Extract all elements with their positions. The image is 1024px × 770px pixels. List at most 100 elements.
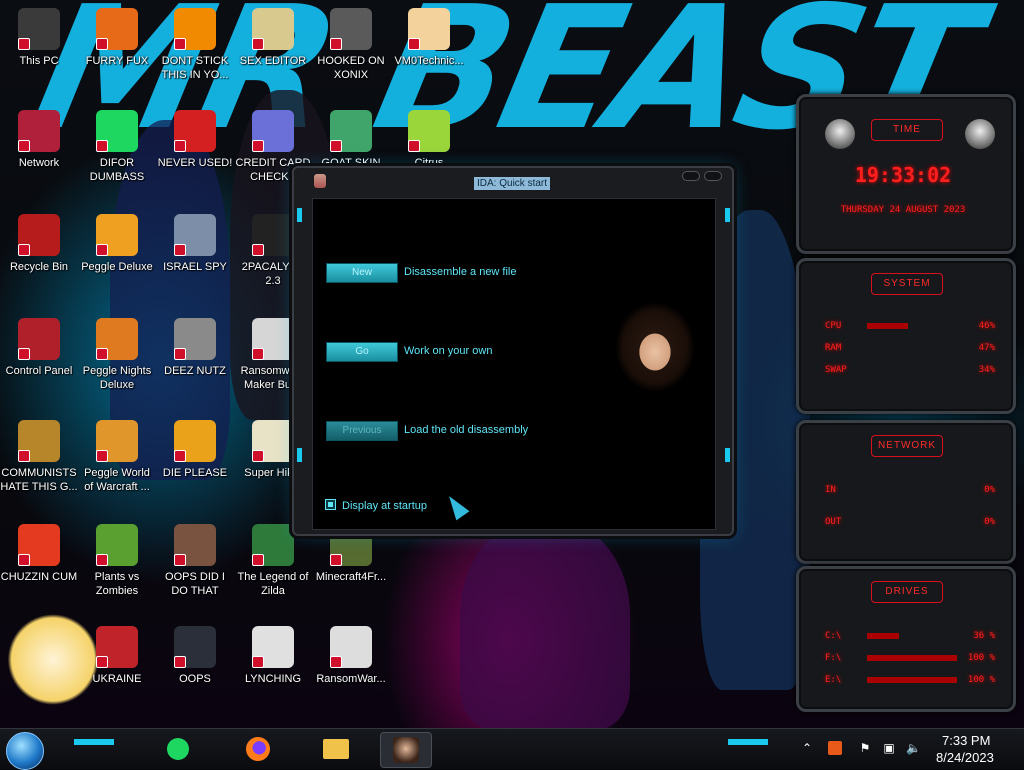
desktop-icon-firefox[interactable]: FURRY FUX xyxy=(78,8,156,68)
drive-e-label: E:\ xyxy=(825,675,842,685)
shortcut-badge-icon xyxy=(252,554,264,566)
desktop-icon-dev-cpp[interactable]: NEVER USED! xyxy=(156,110,234,170)
taskbar-ida[interactable] xyxy=(380,732,432,768)
desktop-icon-label: Control Panel xyxy=(5,365,73,377)
swap-label: SWAP xyxy=(825,365,847,375)
ransomware-maker-icon xyxy=(252,318,294,360)
flag-icon[interactable]: ⚑ xyxy=(858,741,872,755)
volume-icon[interactable]: 🔈 xyxy=(906,741,921,755)
chevron-up-icon[interactable]: ⌃ xyxy=(800,741,814,755)
previous-description: Load the old disassembly xyxy=(404,424,529,436)
desktop-icon-vlc[interactable]: DONT STICK THIS IN YO... xyxy=(156,8,234,82)
taskbar-spotify[interactable] xyxy=(158,732,198,766)
this-pc-icon xyxy=(18,8,60,50)
shortcut-badge-icon xyxy=(18,450,30,462)
wallpaper-figure xyxy=(460,520,630,728)
display-at-startup-row[interactable]: Display at startup xyxy=(325,499,427,513)
desktop-icon-deez-nutz[interactable]: DEEZ NUTZ xyxy=(156,318,234,378)
desktop-icon-dollar-bag[interactable]: COMMUNISTS HATE THIS G... xyxy=(0,420,78,494)
ram-label: RAM xyxy=(825,343,842,353)
swap-value: 34% xyxy=(978,365,995,375)
desktop-icon-vm-technician[interactable]: VM0Technic... xyxy=(390,8,468,68)
spotify-icon xyxy=(96,110,138,152)
desktop-icon-this-pc[interactable]: This PC xyxy=(0,8,78,68)
desktop-icon-lynching[interactable]: LYNCHING xyxy=(234,626,312,686)
cpu-bar xyxy=(867,323,908,329)
shortcut-badge-icon xyxy=(174,554,186,566)
peggle-wow-icon xyxy=(96,420,138,462)
shortcut-badge-icon xyxy=(408,140,420,152)
ransomware-skull-icon xyxy=(330,626,372,668)
ida-quick-start-dialog[interactable]: IDA: Quick start New Disassemble a new f… xyxy=(292,166,734,536)
desktop-icon-lime[interactable]: Citrus xyxy=(390,110,468,170)
shortcut-badge-icon xyxy=(330,38,342,50)
ukraine-radiation-icon xyxy=(96,626,138,668)
dollar-bag-icon xyxy=(18,420,60,462)
die-please-icon xyxy=(174,420,216,462)
shortcut-badge-icon xyxy=(252,450,264,462)
desktop-icon-hex-editor[interactable]: SEX EDITOR xyxy=(234,8,312,68)
frame-accent xyxy=(297,208,302,222)
dialog-client: New Disassemble a new file Go Work on yo… xyxy=(312,198,716,530)
shortcut-badge-icon xyxy=(96,140,108,152)
desktop-icon-ransomware-skull[interactable]: RansomWar... xyxy=(312,626,390,686)
firefox-icon xyxy=(96,8,138,50)
display-at-startup-checkbox[interactable] xyxy=(325,499,336,510)
shortcut-badge-icon xyxy=(18,348,30,360)
desktop-icon-recycle-bin[interactable]: Recycle Bin xyxy=(0,214,78,274)
desktop-icon-label: The Legend of Zilda xyxy=(237,571,309,597)
go-button[interactable]: Go xyxy=(326,342,398,362)
frame-accent xyxy=(725,448,730,462)
shortcut-badge-icon xyxy=(330,554,342,566)
taskbar-file-explorer[interactable] xyxy=(316,732,356,766)
dev-cpp-icon xyxy=(174,110,216,152)
taskbar: ⌃ ⚑ ▣ 🔈 7:33 PM 8/24/2023 xyxy=(0,728,1024,770)
tupacalypse-icon xyxy=(252,214,294,256)
close-button[interactable] xyxy=(704,171,722,181)
desktop-icon-label: DIFOR DUMBASS xyxy=(89,157,145,183)
desktop-icon-oops-portrait[interactable]: OOPS DID I DO THAT xyxy=(156,524,234,598)
previous-button[interactable]: Previous xyxy=(326,421,398,441)
desktop-icon-network[interactable]: Network xyxy=(0,110,78,170)
network-out-value: 0% xyxy=(984,517,995,527)
desktop-icon-die-please[interactable]: DIE PLEASE xyxy=(156,420,234,480)
desktop-icon-ukraine-radiation[interactable]: UKRAINE xyxy=(78,626,156,686)
network-icon[interactable]: ▣ xyxy=(882,741,896,755)
desktop-icon-control-panel[interactable]: Control Panel xyxy=(0,318,78,378)
start-button[interactable] xyxy=(6,732,44,770)
taskbar-firefox[interactable] xyxy=(238,732,278,766)
desktop-icon-peggle-nights[interactable]: Peggle Nights Deluxe xyxy=(78,318,156,392)
desktop-icon-israel-spy[interactable]: ISRAEL SPY xyxy=(156,214,234,274)
network-gadget-header: NETWORK xyxy=(871,435,943,457)
desktop-icon-plants-vs-zombies[interactable]: Plants vs Zombies xyxy=(78,524,156,598)
new-button[interactable]: New xyxy=(326,263,398,283)
vm-technician-icon xyxy=(408,8,450,50)
drive-c-value: 36 % xyxy=(973,631,995,641)
dialog-titlebar[interactable]: IDA: Quick start xyxy=(294,168,732,190)
desktop-icon-xonix[interactable]: HOOKED ON XONIX xyxy=(312,8,390,82)
peggle-deluxe-icon xyxy=(96,214,138,256)
shortcut-badge-icon xyxy=(174,450,186,462)
drive-c-bar xyxy=(867,633,899,639)
oops-icon xyxy=(174,626,216,668)
desktop-icon-label: OOPS xyxy=(179,673,211,685)
desktop-icon-label: Network xyxy=(18,157,60,169)
shortcut-badge-icon xyxy=(252,656,264,668)
desktop-icon-spotify[interactable]: DIFOR DUMBASS xyxy=(78,110,156,184)
app-tray-icon[interactable] xyxy=(828,741,842,755)
desktop-icon-oops[interactable]: OOPS xyxy=(156,626,234,686)
desktop-icon-label: SEX EDITOR xyxy=(239,55,307,67)
shortcut-badge-icon xyxy=(252,38,264,50)
desktop-icon-chuzzle[interactable]: CHUZZIN CUM xyxy=(0,524,78,584)
desktop-icon-peggle-wow[interactable]: Peggle World of Warcraft ... xyxy=(78,420,156,494)
cpu-value: 46% xyxy=(978,321,995,331)
desktop-icon-goat-skin[interactable]: GOAT SKIN xyxy=(312,110,390,170)
network-in-value: 0% xyxy=(984,485,995,495)
minimize-button[interactable] xyxy=(682,171,700,181)
shortcut-badge-icon xyxy=(18,554,30,566)
taskbar-clock-date[interactable]: 8/24/2023 xyxy=(936,750,994,765)
shortcut-badge-icon xyxy=(96,244,108,256)
desktop-icon-peggle-deluxe[interactable]: Peggle Deluxe xyxy=(78,214,156,274)
taskbar-clock-time[interactable]: 7:33 PM xyxy=(942,733,990,748)
frame-accent xyxy=(297,448,302,462)
